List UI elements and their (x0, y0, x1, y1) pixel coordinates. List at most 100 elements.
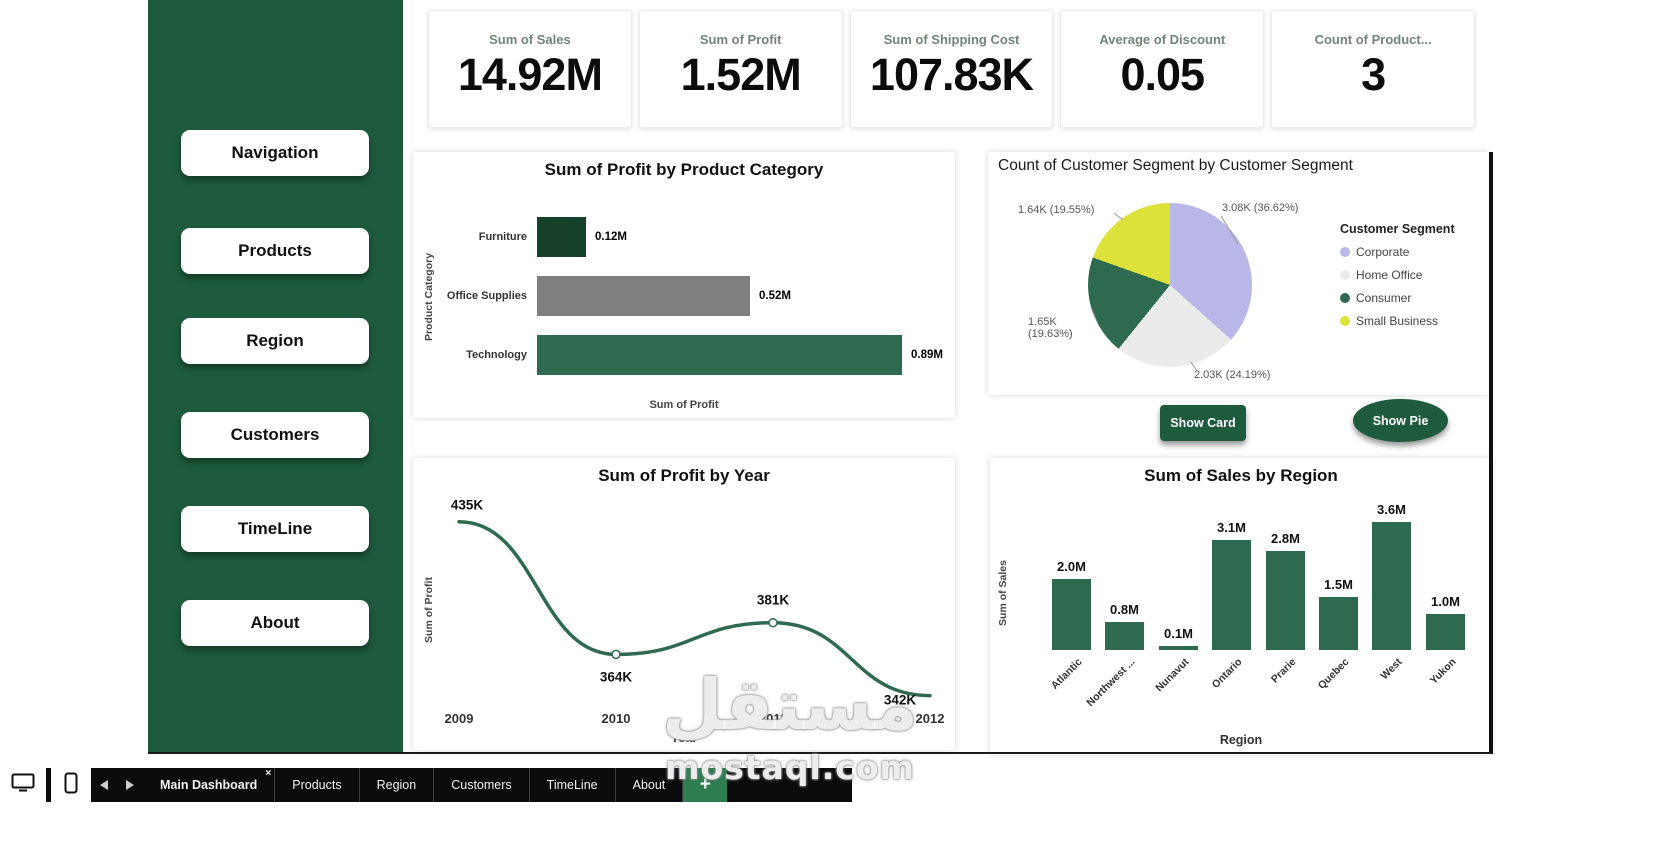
sidebar-button-navigation[interactable]: Navigation (181, 130, 369, 176)
bar-value-label: 0.8M (1110, 602, 1139, 617)
kpi-label: Sum of Profit (699, 32, 782, 47)
bar-quebec[interactable] (1319, 597, 1358, 650)
x-axis-label: Sum of Profit (649, 399, 719, 411)
pie-label-corporate: 3.08K (36.62%) (1222, 202, 1299, 214)
kpi-card: Sum of Profit 1.52M (638, 10, 843, 128)
page-tabs: Main Dashboard × Products Region Customers Ti… (143, 768, 684, 802)
bar-value-label: 2.0M (1057, 559, 1086, 574)
x-tick-label: 2010 (601, 711, 631, 726)
page-bottom-edge (148, 752, 1492, 754)
legend-dot (1340, 247, 1350, 257)
line-value-label: 435K (450, 497, 484, 513)
pie-chart[interactable] (1088, 203, 1252, 367)
kpi-row: Sum of Sales 14.92M Sum of Profit 1.52M Sum … (428, 10, 1475, 128)
add-page-button[interactable]: + (683, 768, 728, 802)
tab-products[interactable]: Products (275, 768, 360, 802)
bar-category-label: Furniture (478, 231, 527, 243)
bar-value-label: 3.1M (1217, 520, 1246, 535)
sales-by-region-chart: Sum of Sales by Region Sum of Sales 2.0M… (990, 458, 1492, 755)
bar-office-supplies[interactable] (537, 276, 750, 316)
page-tab-bar: Main Dashboard × Products Region Customers Ti… (0, 768, 852, 802)
bar-value-label: 0.89M (911, 349, 943, 361)
bar-value-label: 1.0M (1431, 594, 1460, 609)
x-axis-label: Region (1219, 733, 1263, 747)
kpi-card: Average of Discount 0.05 (1060, 10, 1265, 128)
chart-title: Count of Customer Segment by Customer Se… (998, 157, 1353, 174)
legend-dot (1340, 316, 1350, 326)
mobile-view-button[interactable] (51, 768, 91, 802)
x-tick-label: 2011 (758, 711, 788, 726)
chart-title: Sum of Profit by Product Category (544, 160, 824, 179)
data-point-marker[interactable] (611, 649, 621, 660)
tab-customers[interactable]: Customers (434, 768, 530, 802)
profit-by-category-chart: Sum of Profit by Product Category Produc… (413, 152, 955, 418)
tab-region[interactable]: Region (360, 768, 435, 802)
tab-about[interactable]: About (616, 768, 684, 802)
line-value-label: 364K (599, 669, 633, 685)
legend-dot (1340, 270, 1350, 280)
kpi-value: 107.83K (869, 49, 1034, 100)
sidebar: Navigation Products Region Customers TimeLin… (148, 0, 403, 753)
monitor-icon (11, 773, 35, 798)
kpi-value: 0.05 (1120, 49, 1205, 100)
show-card-button[interactable]: Show Card (1160, 405, 1246, 441)
tab-timeline[interactable]: TimeLine (530, 768, 616, 802)
show-pie-button[interactable]: Show Pie (1353, 399, 1448, 442)
profit-by-year-chart: Sum of Profit by Year Sum of Profit 435K… (413, 458, 955, 750)
legend-item-corporate[interactable]: Corporate (1340, 245, 1455, 259)
bar-west[interactable] (1372, 522, 1411, 650)
bar-ontario[interactable] (1212, 540, 1251, 650)
line-plot[interactable] (413, 458, 955, 750)
legend-item-small-business[interactable]: Small Business (1340, 314, 1455, 328)
kpi-card: Count of Product... 3 (1271, 10, 1475, 128)
prev-page-arrow-icon[interactable] (100, 780, 108, 790)
profit-line[interactable] (457, 519, 932, 698)
pie-label-home-office: 2.03K (24.19%) (1194, 369, 1271, 381)
next-page-arrow-icon[interactable] (126, 780, 134, 790)
y-axis-label: Sum of Sales (997, 560, 1009, 626)
kpi-label: Count of Product... (1314, 32, 1432, 47)
legend-label: Home Office (1356, 268, 1423, 282)
pie-legend: Customer Segment Corporate Home Office Con… (1340, 222, 1455, 337)
bar-prarie[interactable] (1266, 551, 1305, 650)
sidebar-button-customers[interactable]: Customers (181, 412, 369, 458)
x-axis-label: Year (670, 731, 698, 745)
close-tab-icon[interactable]: × (265, 769, 271, 779)
pie-label-small-business: 1.64K (19.55%) (1018, 204, 1095, 216)
bar-value-label: 3.6M (1377, 502, 1406, 517)
customer-segment-pie-panel: Count of Customer Segment by Customer Se… (988, 152, 1489, 395)
dashboard-canvas: Navigation Products Region Customers TimeLin… (0, 0, 1656, 845)
bar-furniture[interactable] (537, 217, 586, 257)
bar-category-label: Office Supplies (446, 290, 527, 302)
bar-yukon[interactable] (1426, 614, 1465, 650)
legend-dot (1340, 293, 1350, 303)
tab-main-dashboard[interactable]: Main Dashboard × (143, 768, 276, 802)
bar-value-label: 1.5M (1324, 577, 1353, 592)
kpi-label: Average of Discount (1099, 32, 1226, 47)
kpi-label: Sum of Shipping Cost (883, 32, 1020, 47)
kpi-label: Sum of Sales (489, 32, 571, 47)
x-tick-label: 2012 (915, 711, 945, 726)
bar-atlantic[interactable] (1052, 579, 1091, 650)
sidebar-button-about[interactable]: About (181, 600, 369, 646)
legend-label: Consumer (1356, 291, 1412, 305)
bar-technology[interactable] (537, 335, 902, 375)
bar-nunavut[interactable] (1159, 646, 1198, 650)
legend-item-consumer[interactable]: Consumer (1340, 291, 1455, 305)
bar-northwest-[interactable] (1105, 622, 1144, 650)
sidebar-button-timeline[interactable]: TimeLine (181, 506, 369, 552)
legend-label: Corporate (1356, 245, 1410, 259)
phone-icon (64, 772, 78, 799)
legend-label: Small Business (1356, 314, 1439, 328)
legend-item-home-office[interactable]: Home Office (1340, 268, 1455, 282)
bar-category-label: Technology (466, 349, 527, 361)
sidebar-button-products[interactable]: Products (181, 228, 369, 274)
sidebar-button-region[interactable]: Region (181, 318, 369, 364)
chart-title: Sum of Sales by Region (1144, 466, 1338, 485)
kpi-value: 3 (1361, 49, 1386, 100)
data-point-marker[interactable] (768, 617, 778, 628)
desktop-view-button[interactable] (0, 768, 46, 802)
pie-label-consumer: 1.65K (19.63%) (1028, 316, 1073, 340)
page-right-edge (1489, 152, 1493, 754)
line-value-label: 381K (756, 592, 790, 608)
